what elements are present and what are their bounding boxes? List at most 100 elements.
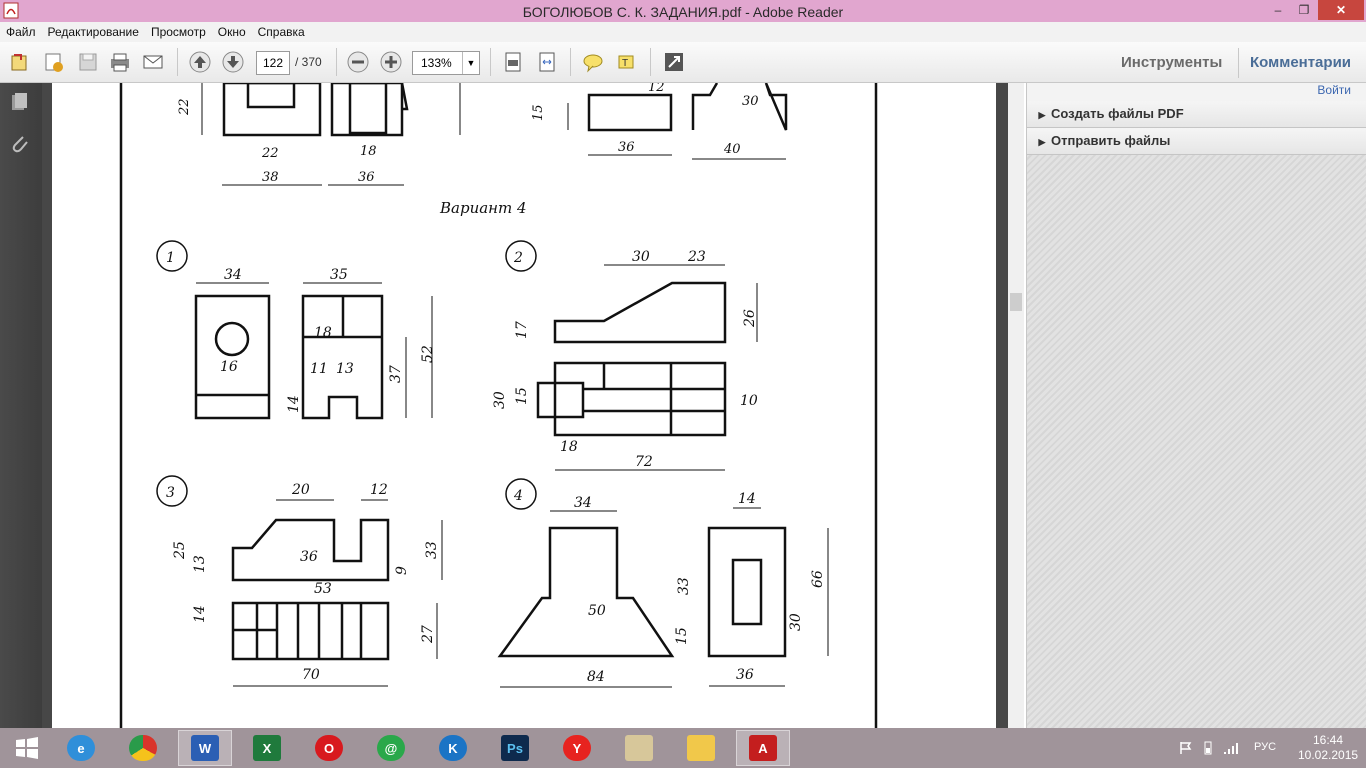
paperclip-icon[interactable]: [9, 133, 31, 155]
create-pdf-label: Создать файлы PDF: [1051, 106, 1184, 121]
email-button[interactable]: [141, 50, 165, 74]
clock-time: 16:44: [1312, 733, 1344, 747]
close-button[interactable]: ✕: [1318, 0, 1364, 20]
navigation-rail: [0, 83, 42, 728]
dim-top-f: 15: [531, 104, 546, 121]
signin-link[interactable]: Войти: [1317, 83, 1351, 97]
dim-top-d: 38: [262, 170, 279, 185]
dim-t4-50: 50: [588, 603, 606, 619]
page-thumbnails-icon[interactable]: [9, 91, 31, 113]
taskbar-kaspersky[interactable]: K: [426, 730, 480, 766]
taskbar-word[interactable]: W: [178, 730, 232, 766]
dim-t4-66: 66: [810, 570, 826, 588]
dim-t2-26: 26: [742, 309, 758, 328]
dim-t1-52: 52: [420, 345, 436, 363]
minimize-button[interactable]: –: [1265, 0, 1291, 20]
dim-t3-13: 13: [192, 555, 208, 573]
vertical-scrollbar[interactable]: [1008, 83, 1024, 728]
taskbar-excel[interactable]: X: [240, 730, 294, 766]
menu-help[interactable]: Справка: [252, 22, 311, 42]
dim-t4-33: 33: [676, 577, 692, 595]
dim-t3-33: 33: [424, 541, 440, 559]
battery-icon[interactable]: [1200, 740, 1216, 756]
fit-width-button[interactable]: [535, 50, 559, 74]
minus-circle-icon: [347, 51, 369, 73]
taskbar-chrome[interactable]: [116, 730, 170, 766]
add-comment-button[interactable]: [581, 50, 605, 74]
comments-pane-link[interactable]: Комментарии: [1250, 54, 1351, 71]
taskbar-paint[interactable]: [612, 730, 666, 766]
folder-icon: [687, 735, 715, 761]
page-number-input[interactable]: 122: [256, 51, 290, 75]
zoom-out-button[interactable]: [346, 50, 370, 74]
open-button[interactable]: [8, 50, 32, 74]
fit-page-button[interactable]: [501, 50, 525, 74]
fullscreen-button[interactable]: [662, 50, 686, 74]
dim-t2-23: 23: [687, 249, 706, 265]
tools-pane: Войти ▶ Создать файлы PDF ▶ Отправить файл…: [1026, 83, 1366, 728]
window-title: БОГОЛЮБОВ С. К. ЗАДАНИЯ.pdf - Adobe Read…: [522, 4, 844, 20]
dim-top-c: 18: [360, 144, 377, 159]
dim-top-b: 22: [261, 146, 279, 161]
highlight-button[interactable]: T: [615, 50, 639, 74]
clock-date: 10.02.2015: [1298, 748, 1359, 762]
chevron-down-icon: ▼: [462, 52, 479, 74]
task-number-3: 3: [166, 485, 175, 501]
taskbar-yandex[interactable]: Y: [550, 730, 604, 766]
dim-t4-34: 34: [574, 495, 592, 511]
arrow-up-icon: [189, 51, 211, 73]
taskbar-ie[interactable]: e: [54, 730, 108, 766]
save-button[interactable]: [76, 50, 100, 74]
system-clock[interactable]: 16:44 10.02.2015: [1298, 733, 1358, 763]
create-pdf-button[interactable]: [42, 50, 66, 74]
internet-explorer-icon: e: [67, 735, 95, 761]
menu-edit[interactable]: Редактирование: [42, 22, 145, 42]
dim-t2-10: 10: [740, 393, 758, 409]
flag-icon[interactable]: [1178, 740, 1194, 756]
chrome-icon: [129, 735, 157, 761]
dim-t3-25: 25: [172, 541, 188, 560]
zoom-select[interactable]: 133% ▼: [412, 51, 480, 75]
menu-file[interactable]: Файл: [0, 22, 42, 42]
wifi-signal-icon[interactable]: [1222, 740, 1240, 756]
page-total: / 370: [295, 55, 322, 69]
photoshop-icon: Ps: [501, 735, 529, 761]
create-pdf-panel[interactable]: ▶ Создать файлы PDF: [1027, 101, 1366, 128]
start-button[interactable]: [0, 730, 54, 766]
word-icon: W: [191, 735, 219, 761]
restore-button[interactable]: ❐: [1291, 0, 1317, 20]
dim-t1-35: 35: [330, 267, 348, 283]
dim-top-i: 36: [618, 140, 635, 155]
taskbar-opera[interactable]: O: [302, 730, 356, 766]
scrollbar-thumb[interactable]: [1010, 293, 1022, 311]
fit-page-icon: [505, 52, 521, 72]
mail-agent-icon: @: [377, 735, 405, 761]
create-pdf-icon: [45, 53, 63, 72]
taskbar-photoshop[interactable]: Ps: [488, 730, 542, 766]
dim-t3-9: 9: [394, 566, 410, 575]
task-number-1: 1: [166, 250, 175, 266]
taskbar-mail[interactable]: @: [364, 730, 418, 766]
menu-window[interactable]: Окно: [212, 22, 252, 42]
language-indicator[interactable]: РУС: [1254, 741, 1276, 781]
print-button[interactable]: [108, 50, 132, 74]
next-page-button[interactable]: [221, 50, 245, 74]
highlighter-icon: T: [618, 55, 634, 69]
opera-icon: O: [315, 735, 343, 761]
dim-t2-17: 17: [514, 321, 530, 339]
menu-view[interactable]: Просмотр: [145, 22, 212, 42]
dim-t3-12: 12: [370, 482, 388, 498]
dim-t1-34: 34: [224, 267, 242, 283]
dim-top-j: 40: [723, 142, 741, 157]
fit-width-icon: [539, 52, 555, 72]
open-file-icon: [11, 54, 27, 71]
previous-page-button[interactable]: [188, 50, 212, 74]
send-files-panel[interactable]: ▶ Отправить файлы: [1027, 128, 1366, 155]
tools-pane-link[interactable]: Инструменты: [1121, 54, 1222, 71]
envelope-icon: [143, 55, 163, 69]
taskbar-acrobat[interactable]: A: [736, 730, 790, 766]
taskbar-explorer[interactable]: [674, 730, 728, 766]
zoom-in-button[interactable]: [379, 50, 403, 74]
save-icon: [79, 53, 97, 71]
yandex-browser-icon: Y: [563, 735, 591, 761]
